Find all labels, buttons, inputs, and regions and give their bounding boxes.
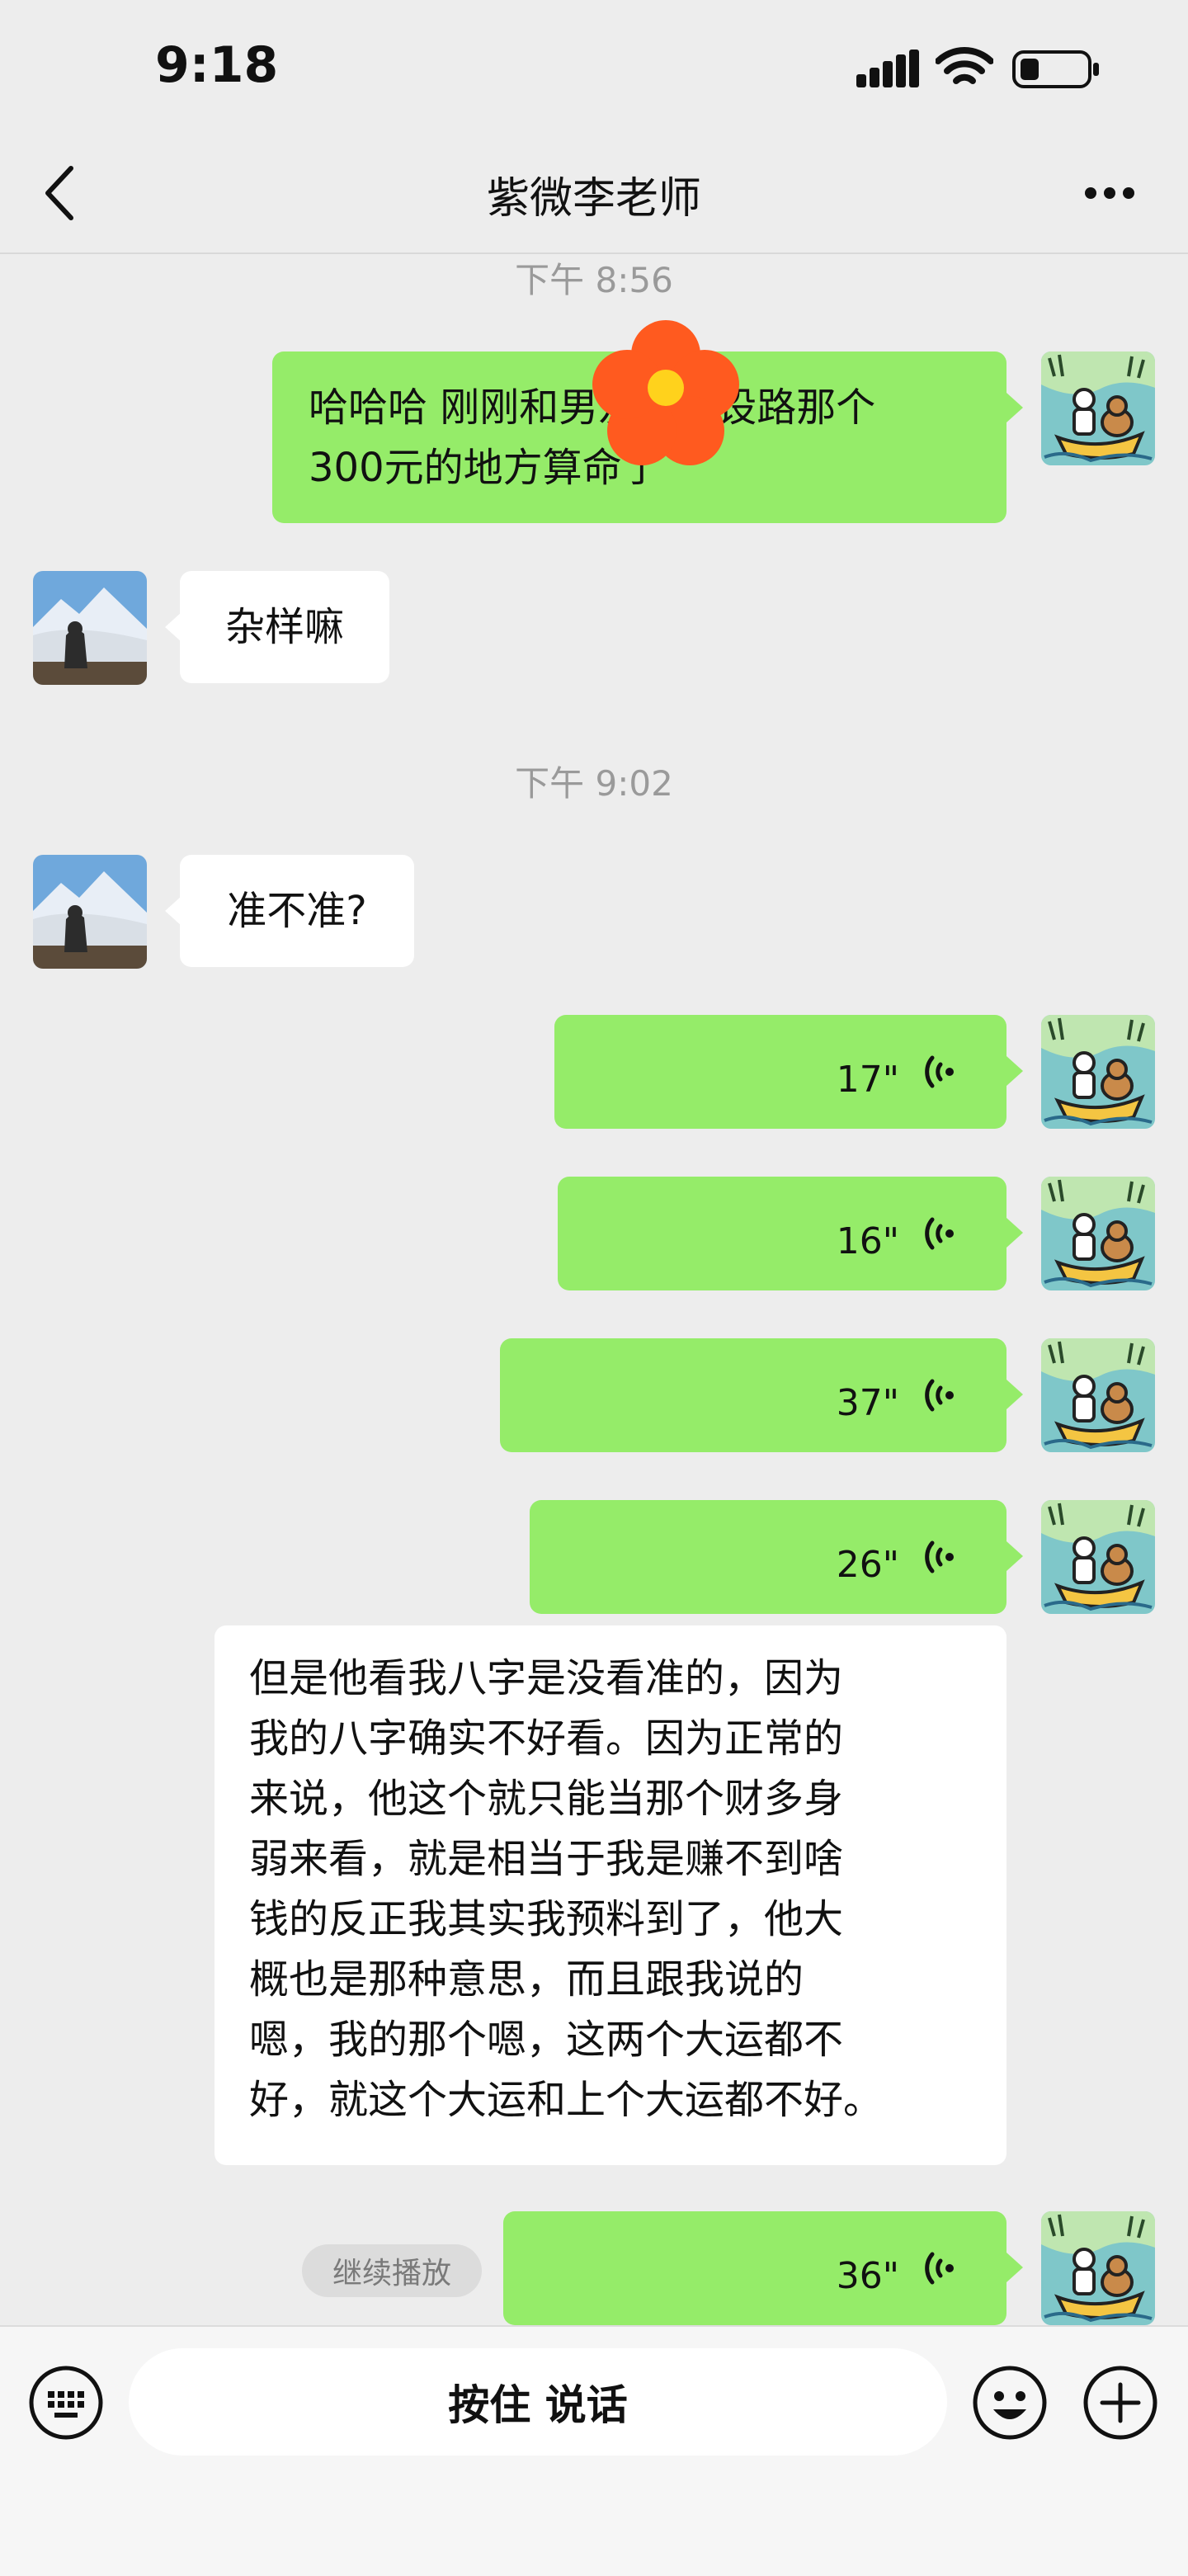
voice-duration: 16" — [836, 1220, 899, 1262]
voice-message-bubble[interactable]: 26" — [530, 1500, 1006, 1614]
transcript-line: 概也是那种意思，而且跟我说的 — [249, 1956, 804, 2003]
continue-playback-button[interactable]: 继续播放 — [302, 2244, 482, 2297]
emoji-icon[interactable] — [972, 2365, 1048, 2441]
message-text: 准不准? — [227, 887, 367, 934]
bubble-tail — [1006, 1541, 1023, 1571]
signal-icon — [856, 50, 919, 87]
flower-sticker — [592, 320, 739, 465]
my-avatar[interactable] — [1041, 2211, 1155, 2325]
bubble-tail — [165, 612, 182, 642]
status-time: 9:18 — [155, 36, 279, 94]
voice-wave-icon — [925, 1379, 954, 1412]
my-avatar[interactable] — [1041, 1177, 1155, 1290]
bubble-tail — [1006, 2253, 1023, 2282]
message-bubble-received[interactable]: 杂样嘛 — [180, 571, 389, 683]
bubble-tail — [1006, 1218, 1023, 1248]
my-avatar[interactable] — [1041, 351, 1155, 465]
timestamp: 下午 8:56 — [515, 260, 673, 300]
more-icon[interactable] — [1082, 185, 1137, 201]
bubble-tail — [1006, 1380, 1023, 1409]
voice-duration: 17" — [836, 1059, 899, 1101]
voice-message-bubble[interactable]: 16" — [558, 1177, 1006, 1290]
bubble-tail — [1006, 1056, 1023, 1086]
transcript-line: 弱来看，就是相当于我是赚不到啥 — [249, 1836, 844, 1882]
voice-wave-icon — [925, 1217, 954, 1250]
voice-message-bubble[interactable]: 37" — [500, 1338, 1006, 1452]
my-avatar[interactable] — [1041, 1015, 1155, 1129]
voice-duration: 37" — [836, 1382, 899, 1424]
transcript-line: 嗯，我的那个嗯，这两个大运都不 — [249, 2017, 844, 2063]
wifi-icon — [936, 47, 993, 84]
voice-message-bubble[interactable]: 36" — [503, 2211, 1006, 2325]
voice-duration: 36" — [836, 2255, 899, 2297]
transcript-line: 但是他看我八字是没看准的，因为 — [249, 1655, 844, 1701]
bubble-tail — [1006, 393, 1023, 422]
battery-icon — [1012, 50, 1099, 88]
transcript-line: 钱的反正我其实我预料到了，他大 — [249, 1896, 844, 1942]
transcript-line: 我的八字确实不好看。因为正常的 — [249, 1715, 844, 1762]
contact-avatar[interactable] — [33, 855, 147, 969]
voice-duration: 26" — [836, 1544, 899, 1586]
my-avatar[interactable] — [1041, 1500, 1155, 1614]
bubble-tail — [165, 896, 182, 926]
timestamp: 下午 9:02 — [515, 763, 673, 804]
plus-icon[interactable] — [1082, 2365, 1158, 2441]
keyboard-icon[interactable] — [28, 2365, 104, 2441]
hold-to-talk-button[interactable]: 按住 说话 — [129, 2348, 947, 2456]
voice-wave-icon — [925, 1540, 954, 1573]
message-bubble-received[interactable]: 准不准? — [180, 855, 414, 967]
voice-message-bubble[interactable]: 17" — [554, 1015, 1006, 1129]
contact-avatar[interactable] — [33, 571, 147, 685]
transcript-line: 来说，他这个就只能当那个财多身 — [249, 1776, 844, 1822]
chat-title: 紫微李老师 — [486, 174, 701, 224]
voice-wave-icon — [925, 1055, 954, 1088]
transcript-line: 好，就这个大运和上个大运都不好。 — [249, 2077, 884, 2123]
voice-wave-icon — [925, 2252, 954, 2285]
voice-transcript[interactable]: 但是他看我八字是没看准的，因为 我的八字确实不好看。因为正常的 来说，他这个就只… — [214, 1625, 1006, 2165]
my-avatar[interactable] — [1041, 1338, 1155, 1452]
message-text: 杂样嘛 — [224, 603, 344, 650]
